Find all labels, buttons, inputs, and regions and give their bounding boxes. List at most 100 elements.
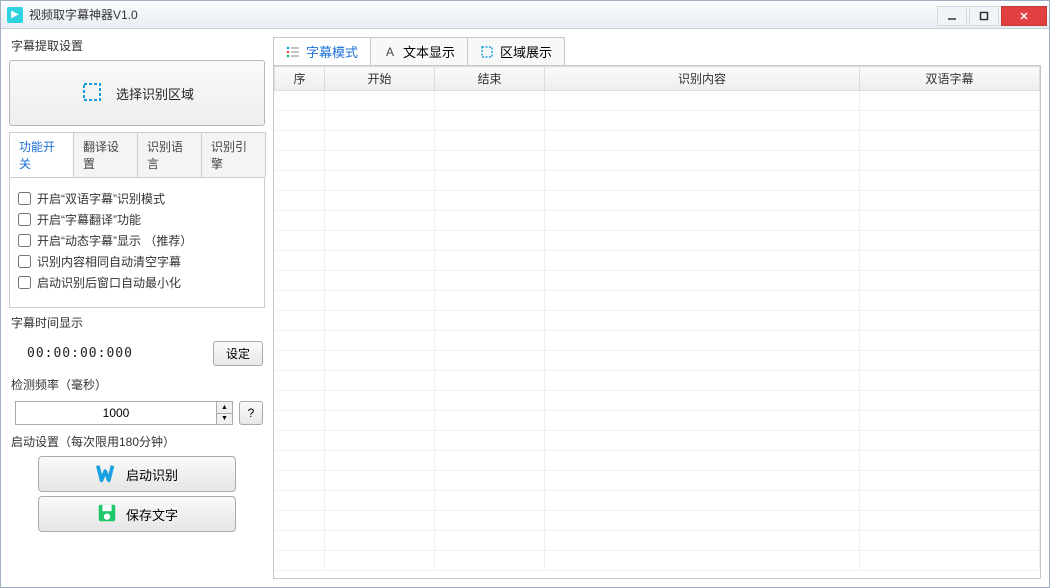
table-cell[interactable] [860, 411, 1040, 431]
table-cell[interactable] [325, 251, 435, 271]
table-cell[interactable] [325, 431, 435, 451]
help-button[interactable]: ? [239, 401, 263, 425]
table-cell[interactable] [435, 131, 545, 151]
table-row[interactable] [275, 491, 1040, 511]
tab-engine[interactable]: 识别引擎 [201, 132, 266, 177]
table-cell[interactable] [860, 211, 1040, 231]
table-cell[interactable] [545, 231, 860, 251]
titlebar[interactable]: ▶ 视频取字幕神器V1.0 [1, 1, 1049, 29]
table-cell[interactable] [275, 271, 325, 291]
table-cell[interactable] [545, 431, 860, 451]
table-cell[interactable] [545, 291, 860, 311]
table-cell[interactable] [325, 451, 435, 471]
table-cell[interactable] [545, 531, 860, 551]
table-cell[interactable] [860, 351, 1040, 371]
table-cell[interactable] [325, 491, 435, 511]
check-dynamic[interactable]: 开启“动态字幕”显示 （推荐） [18, 232, 256, 249]
table-cell[interactable] [435, 451, 545, 471]
table-cell[interactable] [275, 531, 325, 551]
spinner-down-button[interactable]: ▼ [217, 414, 232, 425]
table-cell[interactable] [275, 551, 325, 571]
table-cell[interactable] [545, 311, 860, 331]
table-cell[interactable] [275, 251, 325, 271]
table-cell[interactable] [435, 171, 545, 191]
table-cell[interactable] [325, 191, 435, 211]
check-clear[interactable]: 识别内容相同自动清空字幕 [18, 253, 256, 270]
table-cell[interactable] [860, 271, 1040, 291]
table-cell[interactable] [545, 111, 860, 131]
table-cell[interactable] [545, 151, 860, 171]
table-cell[interactable] [860, 111, 1040, 131]
table-row[interactable] [275, 111, 1040, 131]
table-cell[interactable] [860, 151, 1040, 171]
table-cell[interactable] [325, 91, 435, 111]
table-cell[interactable] [545, 211, 860, 231]
save-text-button[interactable]: 保存文字 [38, 496, 236, 532]
table-cell[interactable] [545, 271, 860, 291]
col-header[interactable]: 识别内容 [545, 67, 860, 91]
table-cell[interactable] [860, 191, 1040, 211]
tab-language[interactable]: 识别语言 [137, 132, 202, 177]
tab-function[interactable]: 功能开关 [9, 132, 74, 177]
check-minimize-box[interactable] [18, 276, 31, 289]
table-cell[interactable] [275, 471, 325, 491]
frequency-spinner[interactable]: ▲ ▼ [15, 401, 233, 425]
table-row[interactable] [275, 471, 1040, 491]
table-cell[interactable] [275, 491, 325, 511]
tab-text-display[interactable]: A 文本显示 [370, 37, 468, 65]
table-cell[interactable] [435, 91, 545, 111]
start-recognition-button[interactable]: 启动识别 [38, 456, 236, 492]
check-translate[interactable]: 开启“字幕翻译”功能 [18, 211, 256, 228]
table-cell[interactable] [435, 391, 545, 411]
table-cell[interactable] [860, 431, 1040, 451]
table-cell[interactable] [275, 131, 325, 151]
table-cell[interactable] [325, 231, 435, 251]
table-cell[interactable] [435, 331, 545, 351]
table-row[interactable] [275, 251, 1040, 271]
table-row[interactable] [275, 291, 1040, 311]
table-row[interactable] [275, 311, 1040, 331]
check-clear-box[interactable] [18, 255, 31, 268]
check-minimize[interactable]: 启动识别后窗口自动最小化 [18, 274, 256, 291]
table-row[interactable] [275, 511, 1040, 531]
table-cell[interactable] [435, 291, 545, 311]
frequency-input[interactable] [16, 402, 216, 424]
table-cell[interactable] [545, 551, 860, 571]
table-cell[interactable] [860, 171, 1040, 191]
table-cell[interactable] [435, 111, 545, 131]
table-cell[interactable] [860, 311, 1040, 331]
check-translate-box[interactable] [18, 213, 31, 226]
table-cell[interactable] [275, 191, 325, 211]
table-cell[interactable] [325, 111, 435, 131]
tab-subtitle-mode[interactable]: 字幕模式 [273, 37, 371, 65]
table-cell[interactable] [275, 151, 325, 171]
col-header[interactable]: 序 [275, 67, 325, 91]
table-cell[interactable] [325, 371, 435, 391]
table-cell[interactable] [435, 311, 545, 331]
tab-region-display[interactable]: 区域展示 [467, 37, 565, 65]
table-cell[interactable] [545, 491, 860, 511]
table-cell[interactable] [275, 111, 325, 131]
table-cell[interactable] [275, 311, 325, 331]
select-region-button[interactable]: 选择识别区域 [9, 60, 265, 126]
check-dynamic-box[interactable] [18, 234, 31, 247]
table-cell[interactable] [435, 431, 545, 451]
table-row[interactable] [275, 151, 1040, 171]
tab-translate[interactable]: 翻译设置 [73, 132, 138, 177]
table-cell[interactable] [860, 391, 1040, 411]
table-cell[interactable] [435, 271, 545, 291]
table-area[interactable]: 序开始结束识别内容双语字幕 [273, 65, 1041, 579]
table-cell[interactable] [435, 351, 545, 371]
table-cell[interactable] [860, 91, 1040, 111]
table-cell[interactable] [325, 351, 435, 371]
table-row[interactable] [275, 411, 1040, 431]
table-cell[interactable] [435, 231, 545, 251]
table-cell[interactable] [325, 331, 435, 351]
table-cell[interactable] [325, 271, 435, 291]
table-cell[interactable] [545, 331, 860, 351]
spinner-up-button[interactable]: ▲ [217, 402, 232, 414]
table-cell[interactable] [325, 511, 435, 531]
table-cell[interactable] [435, 531, 545, 551]
table-cell[interactable] [275, 451, 325, 471]
table-cell[interactable] [860, 551, 1040, 571]
